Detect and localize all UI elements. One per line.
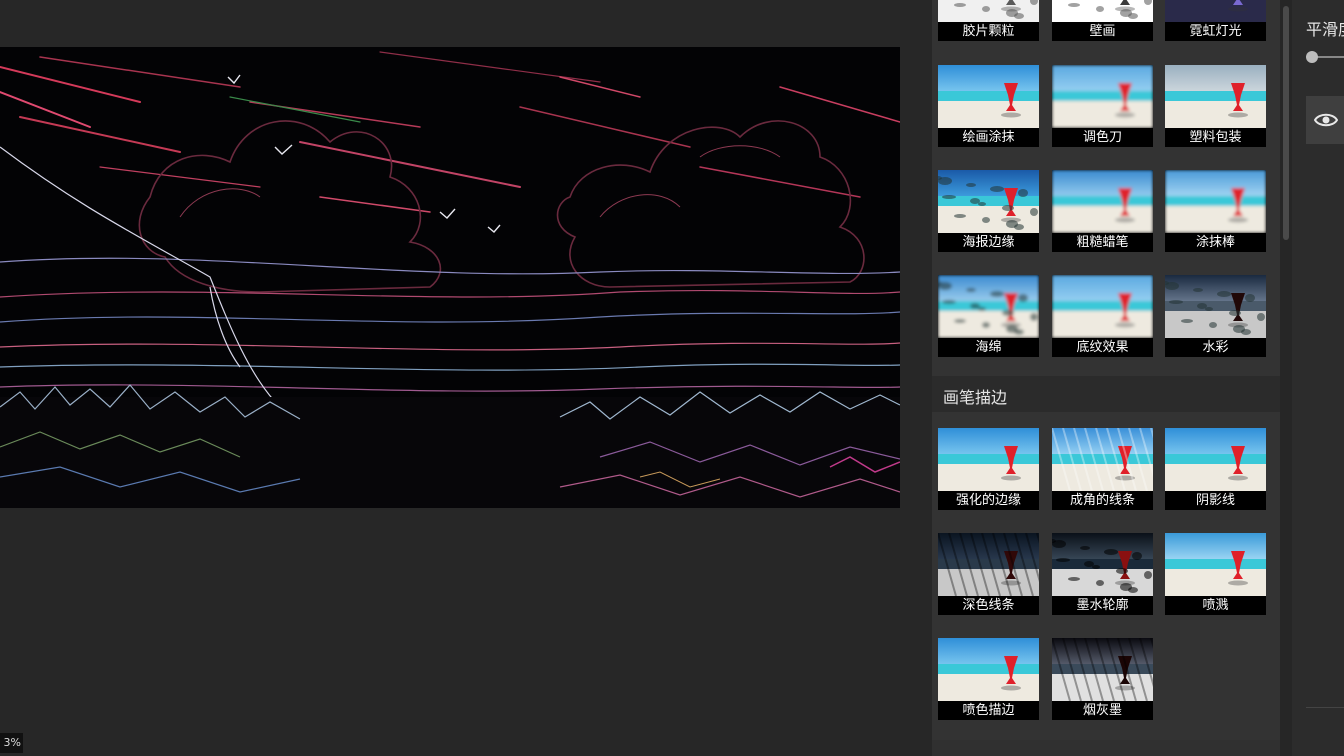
filter-thumb-12[interactable]: 水彩 (1165, 275, 1266, 357)
brush-strokes-group-header[interactable]: 画笔描边 (932, 376, 1280, 412)
smoothness-label: 平滑度 (1306, 20, 1344, 39)
scrollbar-thumb[interactable] (1283, 6, 1289, 240)
filter-label: 墨水轮廓 (1052, 596, 1153, 615)
brush-strokes-group-title: 画笔描边 (943, 388, 1008, 407)
filter-preview-thumbnail (1052, 0, 1153, 22)
filter-preview-thumbnail (1052, 428, 1153, 491)
filter-gallery-panel: 胶片颗粒 壁画 霓虹灯光 绘画涂抹 调色刀 塑料包装 海报边缘 粗糙蜡笔 涂抹棒… (932, 0, 1280, 756)
filter-preview-thumbnail (1165, 65, 1266, 128)
filter-label: 海报边缘 (938, 233, 1039, 252)
zoom-level-badge: 3% (0, 733, 23, 753)
filter-label: 霓虹灯光 (1165, 22, 1266, 41)
brush-filter-thumb-5[interactable]: 墨水轮廓 (1052, 533, 1153, 615)
filter-thumb-5[interactable]: 调色刀 (1052, 65, 1153, 147)
filter-label: 水彩 (1165, 338, 1266, 357)
brush-strokes-filter-group: 强化的边缘 成角的线条 阴影线 深色线条 墨水轮廓 喷溅 喷色描边 烟灰墨 (932, 412, 1280, 740)
filter-preview-thumbnail (1165, 428, 1266, 491)
brush-filter-thumb-4[interactable]: 深色线条 (938, 533, 1039, 615)
filter-preview-thumbnail (938, 170, 1039, 233)
filter-preview-thumbnail (1165, 533, 1266, 596)
filter-label: 涂抹棒 (1165, 233, 1266, 252)
filter-preview-thumbnail (1052, 170, 1153, 233)
brush-filter-thumb-6[interactable]: 喷溅 (1165, 533, 1266, 615)
brush-filter-thumb-2[interactable]: 成角的线条 (1052, 428, 1153, 510)
filter-preview-thumbnail (938, 65, 1039, 128)
filter-label: 海绵 (938, 338, 1039, 357)
filter-preview-thumbnail (938, 533, 1039, 596)
canvas-area: 3% (0, 0, 932, 756)
visibility-toggle-button[interactable] (1306, 96, 1344, 144)
filter-thumb-6[interactable]: 塑料包装 (1165, 65, 1266, 147)
filter-thumb-1[interactable]: 胶片颗粒 (938, 0, 1039, 41)
filter-label: 深色线条 (938, 596, 1039, 615)
filter-preview-thumbnail (1165, 170, 1266, 233)
filter-thumb-10[interactable]: 海绵 (938, 275, 1039, 357)
filter-label: 调色刀 (1052, 128, 1153, 147)
slider-knob[interactable] (1306, 51, 1318, 63)
brush-filter-thumb-7[interactable]: 喷色描边 (938, 638, 1039, 720)
divider (1306, 707, 1344, 708)
filter-label: 底纹效果 (1052, 338, 1153, 357)
filter-label: 胶片颗粒 (938, 22, 1039, 41)
filter-label: 阴影线 (1165, 491, 1266, 510)
image-preview[interactable] (0, 47, 900, 508)
filter-thumb-8[interactable]: 粗糙蜡笔 (1052, 170, 1153, 252)
filter-label: 强化的边缘 (938, 491, 1039, 510)
filter-label: 粗糙蜡笔 (1052, 233, 1153, 252)
filter-label: 绘画涂抹 (938, 128, 1039, 147)
filter-thumb-2[interactable]: 壁画 (1052, 0, 1153, 41)
filter-thumb-4[interactable]: 绘画涂抹 (938, 65, 1039, 147)
filter-thumb-11[interactable]: 底纹效果 (1052, 275, 1153, 357)
filter-preview-thumbnail (1052, 65, 1153, 128)
brush-filter-thumb-1[interactable]: 强化的边缘 (938, 428, 1039, 510)
gallery-scrollbar[interactable] (1280, 0, 1292, 756)
filter-label: 喷色描边 (938, 701, 1039, 720)
filter-label: 塑料包装 (1165, 128, 1266, 147)
filter-preview-thumbnail (1165, 275, 1266, 338)
filter-label: 烟灰墨 (1052, 701, 1153, 720)
filter-label: 成角的线条 (1052, 491, 1153, 510)
filter-settings-panel: 平滑度 (1292, 0, 1344, 756)
filter-preview-thumbnail (1052, 275, 1153, 338)
filter-preview-thumbnail (938, 0, 1039, 22)
brush-filter-thumb-8[interactable]: 烟灰墨 (1052, 638, 1153, 720)
smoothness-slider[interactable] (1306, 50, 1344, 64)
filter-thumb-7[interactable]: 海报边缘 (938, 170, 1039, 252)
glowing-edges-preview-image (0, 47, 900, 508)
filter-preview-thumbnail (938, 428, 1039, 491)
eye-icon (1314, 113, 1338, 127)
filter-preview-thumbnail (938, 638, 1039, 701)
filter-thumb-9[interactable]: 涂抹棒 (1165, 170, 1266, 252)
filter-label: 喷溅 (1165, 596, 1266, 615)
filter-preview-thumbnail (1052, 533, 1153, 596)
filter-gallery-window: 3% 胶片颗粒 壁画 霓虹灯光 绘画涂抹 调色刀 塑料包装 海报边缘 粗糙蜡笔 … (0, 0, 1344, 756)
filter-preview-thumbnail (1165, 0, 1266, 22)
brush-filter-thumb-3[interactable]: 阴影线 (1165, 428, 1266, 510)
filter-preview-thumbnail (1052, 638, 1153, 701)
filter-label: 壁画 (1052, 22, 1153, 41)
filter-thumb-3[interactable]: 霓虹灯光 (1165, 0, 1266, 41)
filter-preview-thumbnail (938, 275, 1039, 338)
artistic-filter-group: 胶片颗粒 壁画 霓虹灯光 绘画涂抹 调色刀 塑料包装 海报边缘 粗糙蜡笔 涂抹棒… (932, 0, 1280, 376)
